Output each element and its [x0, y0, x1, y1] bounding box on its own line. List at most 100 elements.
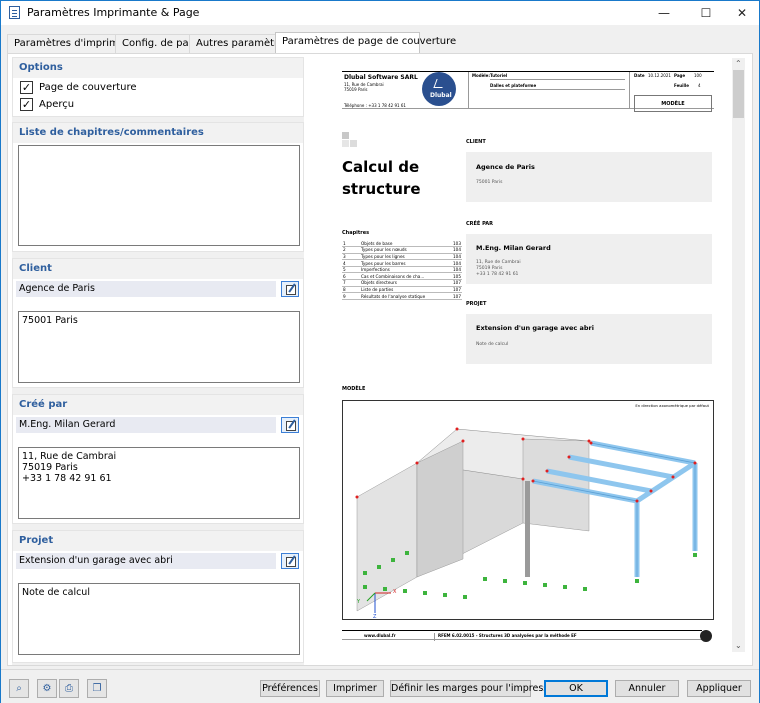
preview-project-label: PROJET — [466, 301, 487, 307]
preview-model-box: MODÈLE — [634, 95, 712, 112]
created-by-edit-button[interactable] — [281, 417, 299, 433]
preview-scrollbar[interactable]: ⌃ ⌄ — [732, 58, 745, 652]
chapter-page: 103 — [448, 240, 462, 248]
client-section: Client Agence de Paris 75001 Paris — [12, 258, 304, 388]
bottom-toolbar: ⌕ ⚙ ⎙ ❐ Préférences Imprimer Définir les… — [1, 669, 759, 703]
client-heading: Client — [13, 259, 303, 279]
preview-sheet-value: 4 — [698, 83, 701, 88]
chapter-page: 107 — [448, 286, 462, 294]
apply-button[interactable]: Appliquer — [687, 680, 751, 697]
project-details-textarea[interactable]: Note de calcul — [18, 583, 300, 655]
chapter-row: 1 Objets de base 103 — [342, 240, 462, 248]
chapter-title: Types pour les nœuds — [360, 246, 449, 254]
chapter-page: 107 — [448, 292, 462, 300]
chapter-title: Objets directeurs — [360, 279, 449, 287]
set-print-margins-button[interactable]: Définir les marges pour l'impression — [390, 680, 563, 697]
chapters-textarea[interactable] — [18, 145, 300, 246]
project-edit-button[interactable] — [281, 553, 299, 569]
preview-footer-logo — [700, 630, 712, 642]
preview-date-label: Date — [634, 73, 645, 78]
project-section: Projet Extension d'un garage avec abri N… — [12, 530, 304, 663]
created-by-name-field[interactable]: M.Eng. Milan Gerard — [16, 417, 276, 433]
chapter-row: 4 Types pour les barres 104 — [342, 259, 462, 267]
axis-z-label: Z — [373, 614, 377, 620]
preview-page-label: Page — [674, 73, 686, 78]
preview-model-value: Tutoriel — [490, 73, 508, 78]
preview-client-box: Agence de Paris 75001 Paris — [466, 152, 712, 202]
chapter-number: 5 — [342, 266, 360, 274]
client-edit-button[interactable] — [281, 281, 299, 297]
preview-doc-title-1: Calcul de — [342, 158, 420, 176]
tab-printer-settings[interactable]: Paramètres d'imprimante — [7, 34, 141, 54]
preview-chapters-title: Chapitres — [342, 230, 370, 236]
client-details-textarea[interactable]: 75001 Paris — [18, 311, 300, 383]
chapter-page: 107 — [448, 279, 462, 287]
created-by-details-textarea[interactable]: 11, Rue de Cambrai 75019 Paris +33 1 78 … — [18, 447, 300, 519]
chapter-title: Objets de base — [360, 240, 449, 248]
scrollbar-thumb[interactable] — [733, 70, 744, 118]
tab-page-config[interactable]: Config. de page — [115, 34, 201, 54]
chapter-number: 4 — [342, 259, 360, 267]
cover-page-preview[interactable]: Dlubal Software SARL 11, Rue de Cambrai … — [314, 58, 730, 652]
chapter-row: 2 Types pour les nœuds 104 — [342, 246, 462, 254]
dlubal-logo: Dlubal — [422, 72, 456, 106]
search-icon[interactable]: ⌕ — [9, 679, 29, 698]
project-name-field[interactable]: Extension d'un garage avec abri — [16, 553, 276, 569]
preview-checkbox[interactable]: ✓ — [20, 98, 33, 111]
print-page-settings-dialog: Paramètres Imprimante & Page — ☐ ✕ Param… — [0, 0, 760, 703]
chapter-row: 3 Types pour les lignes 104 — [342, 253, 462, 261]
print-button[interactable]: Imprimer — [326, 680, 384, 697]
preview-created-label: CRÉÉ PAR — [466, 221, 494, 227]
chapters-heading: Liste de chapitres/commentaires — [13, 123, 303, 143]
window-title: Paramètres Imprimante & Page — [27, 6, 200, 19]
settings-icon[interactable]: ⚙ — [37, 679, 57, 698]
client-name-field[interactable]: Agence de Paris — [16, 281, 276, 297]
chapter-title: Cas et Combinaisons de cha... — [360, 272, 449, 281]
tab-other-settings[interactable]: Autres paramètres — [189, 34, 289, 54]
preview-created-box: M.Eng. Milan Gerard 11, Rue de Cambrai 7… — [466, 234, 712, 284]
chapter-title: Résultats de l'analyse statique — [360, 292, 449, 300]
minimize-button[interactable]: — — [647, 1, 681, 25]
preview-model-label: Modèle: — [472, 73, 490, 78]
chapter-number: 1 — [342, 240, 360, 248]
chapter-row: 7 Objets directeurs 107 — [342, 279, 462, 287]
chapter-row: 9 Résultats de l'analyse statique 107 — [342, 292, 462, 300]
cancel-button[interactable]: Annuler — [615, 680, 679, 697]
options-heading: Options — [13, 58, 303, 78]
chapter-title: Types pour les lignes — [360, 253, 449, 261]
preview-sheet-label: Feuille — [674, 83, 689, 88]
ok-button[interactable]: OK — [544, 680, 608, 697]
preview-chapters-list: 1 Objets de base 103 2 Types pour les nœuds 1… — [342, 240, 462, 300]
chapter-title: Types pour les barres — [360, 259, 449, 267]
close-button[interactable]: ✕ — [725, 1, 759, 25]
chapter-number: 6 — [342, 272, 360, 281]
preview-model-value2: Dalles et plateforme — [490, 83, 537, 88]
chapter-page: 104 — [448, 266, 462, 274]
maximize-button[interactable]: ☐ — [689, 1, 723, 25]
chapter-row: 5 Imperfections 104 — [342, 266, 462, 274]
title-bar: Paramètres Imprimante & Page — ☐ ✕ — [1, 1, 759, 25]
print-setup-icon[interactable]: ⎙ — [59, 679, 79, 698]
preview-label: Aperçu — [39, 99, 75, 110]
preview-phone: Téléphone : +33 1 78 42 91 61 — [344, 103, 406, 108]
project-heading: Projet — [13, 531, 303, 551]
preview-footer-software: RFEM 6.02.0015 - Structures 3D analysées… — [438, 633, 577, 638]
preview-model-section-title: MODÈLE — [342, 386, 366, 392]
chapter-page: 104 — [448, 246, 462, 254]
chapter-page: 104 — [448, 259, 462, 267]
options-section: Options ✓ Page de couverture ✓ Aperçu — [12, 57, 304, 117]
axis-y-label: Y — [357, 599, 361, 605]
chapter-row: 6 Cas et Combinaisons de cha... 105 — [342, 272, 462, 281]
preview-company: Dlubal Software SARL — [344, 74, 418, 81]
copy-icon[interactable]: ❐ — [87, 679, 107, 698]
chapter-number: 8 — [342, 286, 360, 294]
document-icon — [9, 6, 20, 19]
preview-client-label: CLIENT — [466, 139, 486, 145]
tab-cover-page-settings[interactable]: Paramètres de page de couverture — [275, 32, 456, 54]
preferences-button[interactable]: Préférences — [260, 680, 320, 697]
scroll-down-icon[interactable]: ⌄ — [735, 641, 742, 650]
scroll-up-icon[interactable]: ⌃ — [735, 59, 742, 68]
preview-footer-web: www.dlubal.fr — [364, 633, 396, 638]
cover-page-checkbox[interactable]: ✓ — [20, 81, 33, 94]
preview-project-box: Extension d'un garage avec abri Note de … — [466, 314, 712, 364]
